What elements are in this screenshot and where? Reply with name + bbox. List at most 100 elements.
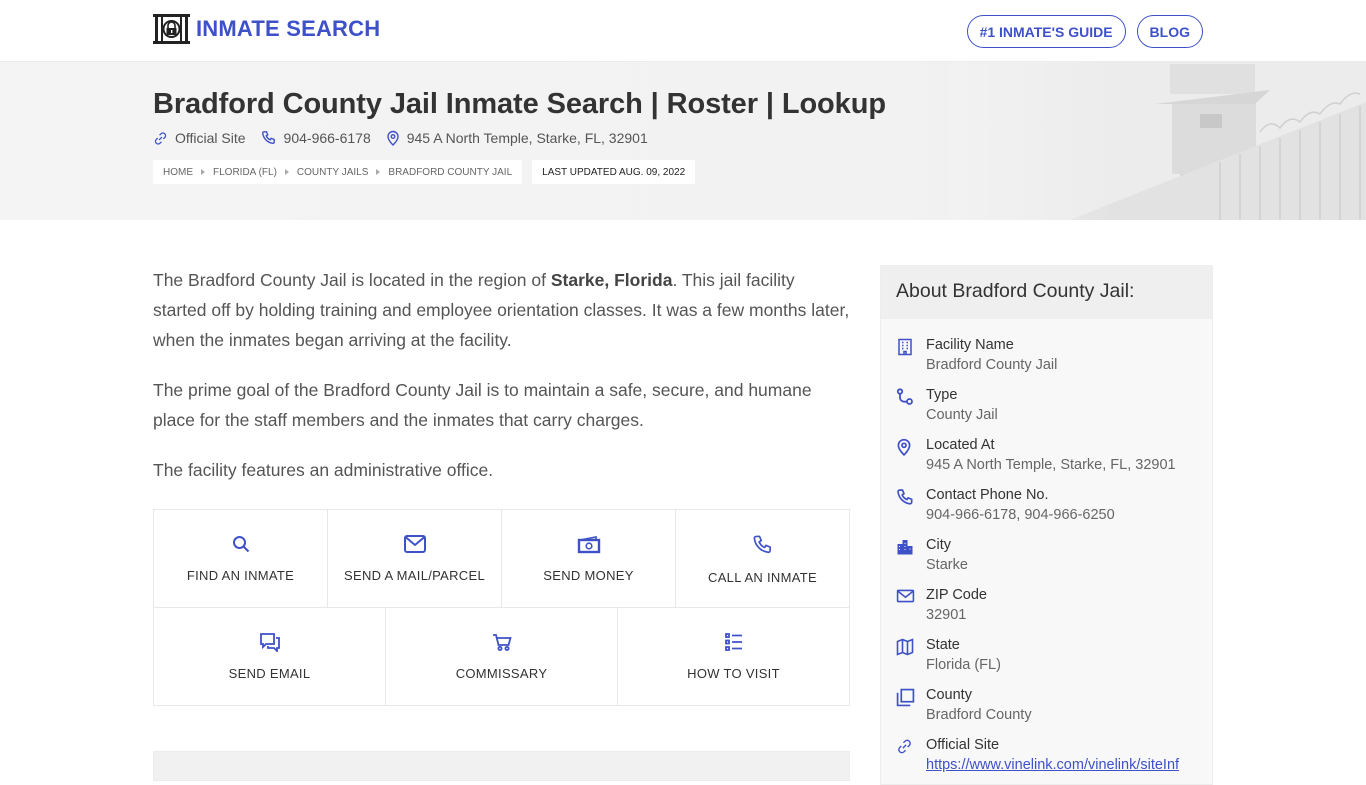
detail-label: ZIP Code [926, 587, 987, 603]
official-site-link[interactable]: Official Site [153, 130, 246, 146]
find-inmate-label: FIND AN INMATE [186, 568, 295, 583]
breadcrumb-separator-icon [201, 169, 205, 175]
breadcrumb-separator-icon [284, 169, 289, 175]
map-pin-icon [897, 438, 911, 457]
cart-icon [492, 634, 512, 651]
detail-contact-phone: Contact Phone No. 904-966-6178, 904-966-6… [896, 485, 1212, 535]
find-inmate-button[interactable]: FIND AN INMATE [154, 510, 328, 607]
detail-value: Bradford County [926, 707, 1032, 723]
detail-state: State Florida (FL) [896, 635, 1212, 685]
detail-city: City Starke [896, 535, 1212, 585]
official-site-label: Official Site [175, 130, 246, 146]
copy-icon [896, 688, 915, 707]
phone-link[interactable]: 904-966-6178 [261, 130, 371, 146]
brand-name: INMATE SEARCH [196, 16, 381, 41]
last-updated-badge: LAST UPDATED AUG. 09, 2022 [532, 160, 696, 184]
about-sidebar: About Bradford County Jail: Facility Nam… [880, 265, 1213, 785]
nav-buttons: #1 INMATE'S GUIDE BLOG [966, 15, 1203, 48]
send-money-label: SEND MONEY [543, 568, 634, 583]
detail-label: City [926, 537, 951, 553]
detail-value: 904-966-6178, 904-966-6250 [926, 507, 1115, 523]
detail-label: State [926, 637, 960, 653]
official-site-url-link[interactable]: https://www.vinelink.com/vinelink/siteIn… [926, 757, 1179, 773]
detail-label: Type [926, 387, 958, 403]
detail-label: County [926, 687, 972, 703]
logo-link[interactable]: INMATE SEARCH [153, 14, 380, 44]
route-icon [896, 388, 913, 405]
intro-text-start: The Bradford County Jail is located in t… [153, 270, 551, 290]
detail-label: Facility Name [926, 337, 1014, 353]
search-icon [232, 536, 249, 553]
features-paragraph: The facility features an administrative … [153, 460, 494, 480]
hero-banner: Bradford County Jail Inmate Search | Ros… [0, 62, 1366, 220]
send-mail-label: SEND A MAIL/PARCEL [344, 568, 485, 583]
breadcrumb-county-jails[interactable]: COUNTY JAILS [297, 167, 369, 178]
how-to-visit-button[interactable]: HOW TO VISIT [618, 608, 849, 705]
next-section-box [153, 751, 850, 781]
commissary-button[interactable]: COMMISSARY [386, 608, 618, 705]
send-mail-button[interactable]: SEND A MAIL/PARCEL [328, 510, 502, 607]
call-inmate-label: CALL AN INMATE [708, 570, 817, 585]
detail-value: County Jail [926, 407, 998, 423]
city-icon [897, 540, 913, 555]
jail-lock-icon [153, 14, 190, 44]
inmates-guide-button[interactable]: #1 INMATE'S GUIDE [966, 15, 1126, 48]
prison-tower-background-image [950, 62, 1366, 220]
phone-icon [897, 489, 913, 505]
phone-number: 904-966-6178 [283, 130, 371, 146]
page-title: Bradford County Jail Inmate Search | Ros… [153, 88, 886, 120]
detail-county: County Bradford County [896, 685, 1212, 735]
call-inmate-button[interactable]: CALL AN INMATE [676, 510, 849, 607]
breadcrumb-current[interactable]: BRADFORD COUNTY JAIL [388, 167, 512, 178]
address: 945 A North Temple, Starke, FL, 32901 [386, 130, 648, 146]
breadcrumb-home[interactable]: HOME [163, 167, 193, 178]
chat-icon [259, 633, 280, 652]
detail-value: 32901 [926, 607, 967, 623]
send-email-label: SEND EMAIL [228, 666, 311, 681]
action-row: SEND EMAIL COMMISSARY HOW TO VISIT [154, 608, 849, 705]
breadcrumb-florida[interactable]: FLORIDA (FL) [213, 167, 277, 178]
breadcrumb-trail: HOME FLORIDA (FL) COUNTY JAILS BRADFORD … [153, 160, 523, 184]
detail-value: Florida (FL) [926, 657, 1001, 673]
detail-label: Contact Phone No. [926, 487, 1049, 503]
mail-icon [403, 535, 426, 553]
phone-icon [753, 535, 771, 554]
detail-facility-name: Facility Name Bradford County Jail [896, 335, 1212, 385]
action-row: FIND AN INMATE SEND A MAIL/PARCEL SEND M… [154, 510, 849, 608]
list-icon [724, 633, 742, 651]
detail-zip-code: ZIP Code 32901 [896, 585, 1212, 635]
detail-value: Starke [926, 557, 968, 573]
detail-label: Official Site [926, 737, 1000, 753]
map-icon [896, 638, 914, 656]
detail-located-at: Located At 945 A North Temple, Starke, FL… [896, 435, 1212, 485]
send-money-button[interactable]: SEND MONEY [502, 510, 676, 607]
goal-paragraph: The prime goal of the Bradford County Ja… [153, 380, 812, 430]
blog-button[interactable]: BLOG [1136, 15, 1203, 48]
detail-value: Bradford County Jail [926, 357, 1058, 373]
link-icon [898, 739, 911, 754]
facility-details-list: Facility Name Bradford County Jail Type Co… [881, 319, 1212, 785]
detail-label: Located At [926, 437, 995, 453]
address-text: 945 A North Temple, Starke, FL, 32901 [406, 130, 648, 146]
link-icon [154, 131, 167, 145]
breadcrumb-separator-icon [376, 169, 381, 175]
phone-icon [261, 131, 275, 145]
commissary-label: COMMISSARY [455, 666, 548, 681]
detail-value: 945 A North Temple, Starke, FL, 32901 [926, 457, 1176, 473]
intro-paragraph: The Bradford County Jail is located in t… [153, 265, 850, 355]
action-grid: FIND AN INMATE SEND A MAIL/PARCEL SEND M… [153, 509, 850, 706]
sidebar-title: About Bradford County Jail: [881, 266, 1212, 319]
how-to-visit-label: HOW TO VISIT [687, 666, 780, 681]
mail-icon [896, 589, 915, 603]
breadcrumb: HOME FLORIDA (FL) COUNTY JAILS BRADFORD … [153, 160, 696, 184]
map-pin-icon [387, 130, 399, 146]
facility-meta: Official Site 904-966-6178 945 A North T… [153, 130, 663, 146]
building-icon [898, 338, 912, 356]
money-icon [577, 536, 600, 554]
intro-location-bold: Starke, Florida [550, 270, 673, 290]
send-email-button[interactable]: SEND EMAIL [154, 608, 386, 705]
detail-official-site: Official Site https://www.vinelink.com/vi… [896, 735, 1212, 785]
detail-type: Type County Jail [896, 385, 1212, 435]
main-content: The Bradford County Jail is located in t… [153, 265, 850, 505]
navbar: INMATE SEARCH #1 INMATE'S GUIDE BLOG [0, 0, 1366, 62]
